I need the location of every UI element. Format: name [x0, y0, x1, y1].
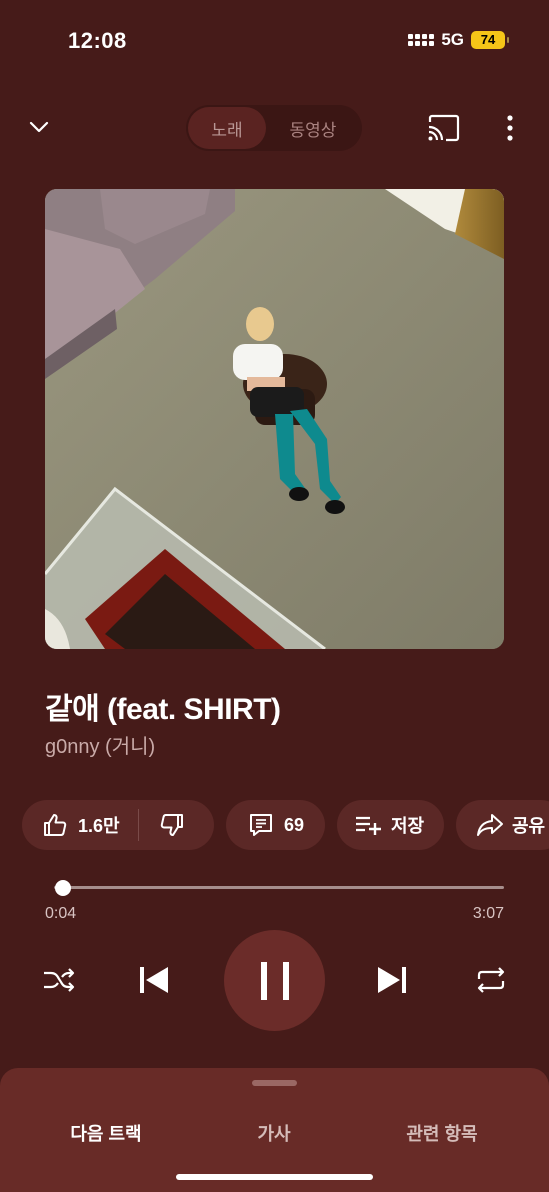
tab-lyrics[interactable]: 가사	[212, 1120, 336, 1146]
share-button[interactable]: 공유	[456, 800, 549, 850]
elapsed-time: 0:04	[45, 905, 77, 922]
battery-indicator: 74	[471, 31, 509, 49]
like-button[interactable]: 1.6만	[42, 812, 120, 838]
track-artist[interactable]: g0nny (거니)	[45, 730, 155, 759]
song-video-toggle: 노래 동영상	[186, 105, 362, 151]
status-time: 12:08	[68, 28, 127, 53]
track-title: 같애 (feat. SHIRT)	[45, 693, 281, 726]
sheet-drag-handle[interactable]	[252, 1080, 297, 1086]
bottom-sheet: 다음 트랙 가사 관련 항목	[0, 1068, 549, 1192]
shuffle-icon	[44, 968, 75, 992]
tab-related[interactable]: 관련 항목	[336, 1120, 548, 1146]
network-type: 5G	[441, 30, 464, 49]
more-vert-icon	[507, 115, 513, 141]
music-player-screen: 12:08 5G 74 노래 동영상 같애 (feat. SHIRT) g0nn…	[0, 0, 549, 1192]
sheet-tabs: 다음 트랙 가사 관련 항목	[0, 1120, 549, 1146]
thumb-up-icon	[44, 814, 67, 836]
play-pause-button[interactable]	[224, 930, 325, 1031]
like-dislike-group: 1.6만	[22, 800, 214, 850]
like-divider	[137, 809, 139, 841]
repeat-icon	[477, 967, 505, 993]
chevron-down-icon	[29, 121, 49, 133]
skip-next-icon	[378, 967, 406, 993]
like-count: 1.6만	[78, 816, 120, 836]
album-artwork	[45, 189, 504, 649]
repeat-button[interactable]	[472, 962, 510, 998]
collapse-player-button[interactable]	[26, 114, 52, 140]
cast-button[interactable]	[426, 113, 460, 143]
home-indicator[interactable]	[176, 1174, 373, 1180]
cast-icon	[428, 114, 460, 142]
tab-song[interactable]: 노래	[188, 107, 266, 149]
shuffle-button[interactable]	[40, 962, 78, 998]
more-options-button[interactable]	[498, 112, 522, 144]
progress-thumb[interactable]	[55, 880, 72, 896]
comments-button[interactable]: 69	[226, 800, 325, 850]
share-label: 공유	[512, 816, 546, 836]
pause-icon	[260, 961, 289, 1000]
dislike-button[interactable]	[159, 812, 185, 838]
progress-track[interactable]	[54, 886, 504, 889]
total-duration: 3:07	[472, 905, 504, 922]
skip-previous-icon	[140, 967, 168, 993]
save-label: 저장	[391, 816, 425, 836]
previous-track-button[interactable]	[134, 960, 174, 1000]
save-to-playlist-button[interactable]: 저장	[337, 800, 444, 850]
tab-video[interactable]: 동영상	[266, 107, 360, 149]
share-icon	[477, 814, 503, 836]
comment-icon	[250, 814, 272, 836]
next-track-button[interactable]	[372, 960, 412, 1000]
playlist-add-icon	[356, 816, 381, 835]
comment-count: 69	[284, 814, 305, 835]
cellular-signal-icon	[408, 34, 435, 46]
status-indicators: 5G 74	[408, 30, 509, 50]
tab-up-next[interactable]: 다음 트랙	[0, 1120, 212, 1146]
action-chips: 1.6만 69 저장 공유	[22, 800, 549, 850]
thumb-down-icon	[160, 814, 183, 836]
